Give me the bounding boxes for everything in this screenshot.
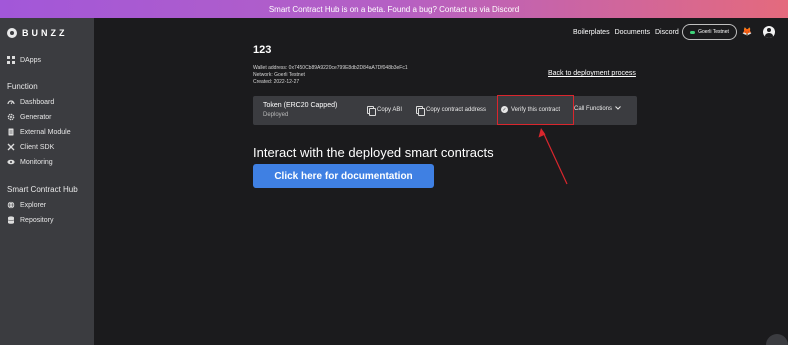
- documentation-button[interactable]: Click here for documentation: [253, 164, 434, 188]
- interact-heading: Interact with the deployed smart contrac…: [253, 145, 494, 160]
- documentation-button-label: Click here for documentation: [274, 170, 413, 182]
